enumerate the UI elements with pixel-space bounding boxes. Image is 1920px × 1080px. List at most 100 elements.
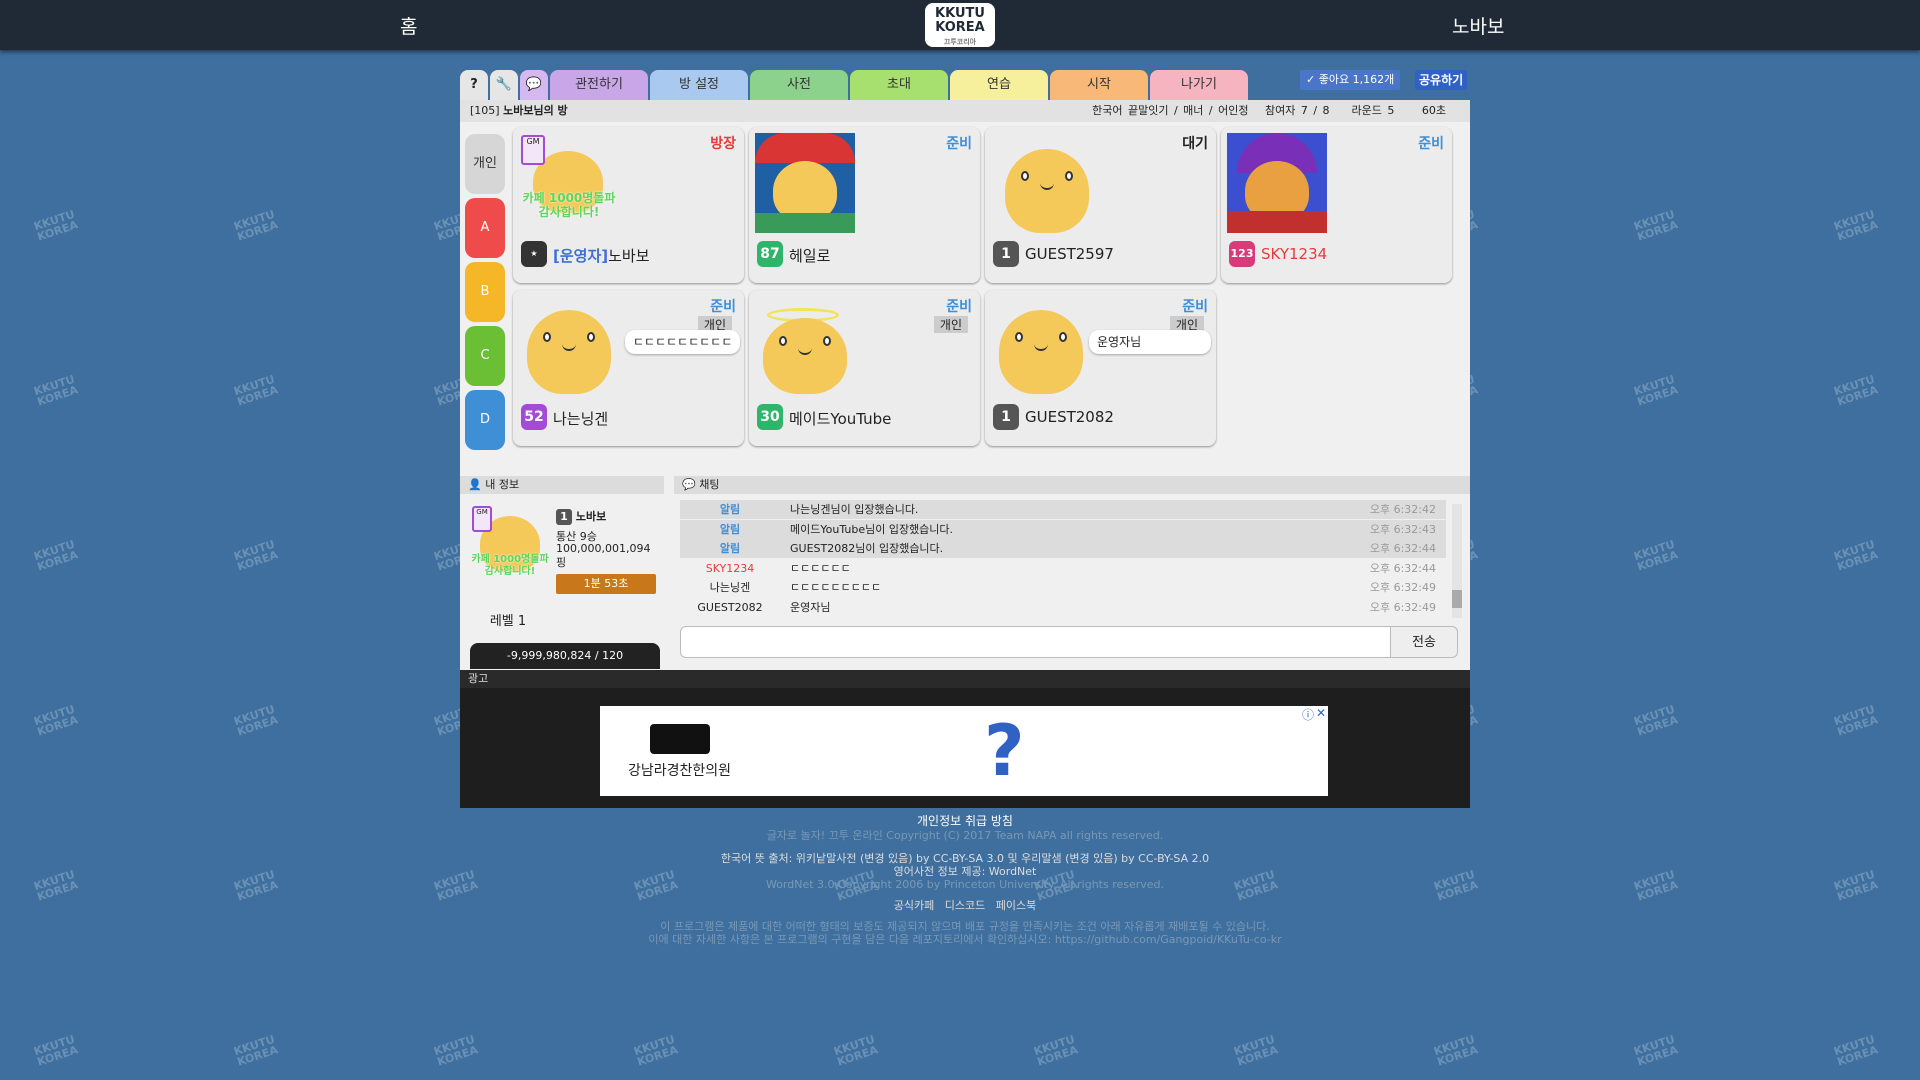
watermark-logo: KKUTU KOREA	[32, 372, 80, 409]
chat-sender[interactable]: GUEST2082	[680, 598, 780, 617]
tab-room-settings[interactable]: 방 설정	[650, 70, 748, 100]
watermark-logo: KKUTU KOREA	[232, 702, 280, 739]
team-d-button[interactable]: D	[465, 390, 505, 450]
chat-sender[interactable]: 나는닝겐	[680, 578, 780, 597]
chat-messages[interactable]: 알림 나는닝겐님이 입장했습니다. 오후 6:32:42 알림 메이드YouTube님이…	[680, 500, 1446, 618]
chat-sender[interactable]: 알림	[680, 500, 780, 519]
watermark-logo: KKUTU KOREA	[1432, 1032, 1480, 1069]
room-title: [105] 노바보님의 방	[470, 100, 568, 122]
like-label: 좋아요 1,162개	[1318, 73, 1395, 86]
watermark-logo: KKUTU KOREA	[232, 207, 280, 244]
cafe-link[interactable]: 공식카페	[894, 899, 934, 912]
ad-banner[interactable]: 강남라경찬한의원 ? ⓘ ✕	[600, 706, 1328, 796]
room-info: 한국어 끝말잇기 / 매너 / 어인정 참여자 7 / 8 라운드 5 60초	[1092, 100, 1446, 122]
username-link[interactable]: 노바보	[1452, 12, 1504, 39]
my-info-header: 👤 내 정보	[460, 476, 664, 494]
level-badge: 123	[1229, 241, 1255, 267]
chat-sender[interactable]: 알림	[680, 520, 780, 539]
watermark-logo: KKUTU KOREA	[1832, 537, 1880, 574]
room-name: 노바보님의 방	[503, 104, 568, 117]
chat-input[interactable]	[680, 626, 1392, 658]
scroll-thumb[interactable]	[1452, 590, 1462, 608]
my-money: 100,000,001,094 핑	[556, 542, 660, 570]
player-card[interactable]: 준비 87 헤일로	[749, 127, 980, 283]
watermark-logo: KKUTU KOREA	[632, 1032, 680, 1069]
watermark-logo: KKUTU KOREA	[1632, 1032, 1680, 1069]
tab-exit[interactable]: 나가기	[1150, 70, 1248, 100]
facebook-link[interactable]: 페이스북	[996, 899, 1036, 912]
copyright-text: 글자로 놀자! 끄투 온라인 Copyright (C) 2017 Team N…	[766, 829, 1164, 842]
wrench-icon[interactable]: 🔧	[490, 70, 518, 100]
ad-question-icon: ?	[984, 710, 1025, 792]
tab-dictionary[interactable]: 사전	[750, 70, 848, 100]
tab-practice[interactable]: 연습	[950, 70, 1048, 100]
chat-text: 운영자님	[790, 600, 831, 614]
watermark-logo: KKUTU KOREA	[32, 702, 80, 739]
status-badge: 준비	[946, 136, 972, 152]
share-button[interactable]: 공유하기	[1415, 70, 1468, 90]
top-navbar: 홈 KKUTU KOREA 끄투코리아 노바보	[0, 0, 1920, 50]
chat-time: 오후 6:32:49	[1369, 600, 1436, 614]
send-button[interactable]: 전송	[1390, 626, 1458, 658]
player-card[interactable]: 대기 1 GUEST2597	[985, 127, 1216, 283]
my-avatar: GM 카페 1000명돌파 감사합니다!	[470, 506, 550, 586]
status-badge: 준비	[946, 299, 972, 315]
status-badge: 준비	[1418, 136, 1444, 152]
chat-bubble-icon[interactable]: 💬	[520, 70, 548, 100]
discord-link[interactable]: 디스코드	[945, 899, 985, 912]
chat-time: 오후 6:32:43	[1369, 522, 1436, 536]
player-card[interactable]: 준비 123 SKY1234	[1221, 127, 1452, 283]
watermark-logo: KKUTU KOREA	[1632, 207, 1680, 244]
watermark-logo: KKUTU KOREA	[832, 1032, 880, 1069]
help-icon[interactable]: ?	[460, 70, 488, 100]
player-card[interactable]: 준비 개인 30 메이드YouTube	[749, 290, 980, 446]
watermark-logo: KKUTU KOREA	[1632, 867, 1680, 904]
status-badge: 준비	[1182, 299, 1208, 315]
chat-text: GUEST2082님이 입장했습니다.	[790, 542, 944, 555]
status-badge: 준비	[710, 299, 736, 315]
watermark-logo: KKUTU KOREA	[232, 1032, 280, 1069]
footer-links: 공식카페 디스코드 페이스북	[460, 899, 1470, 912]
player-card[interactable]: 준비 개인 ㄷㄷㄷㄷㄷㄷㄷㄷㄷ 52 나는닝겐	[513, 290, 744, 446]
like-button[interactable]: ✓ 좋아요 1,162개	[1300, 70, 1401, 90]
avatar	[519, 296, 619, 396]
room-area: [105] 노바보님의 방 한국어 끝말잇기 / 매너 / 어인정 참여자 7 …	[460, 100, 1470, 470]
watermark-logo: KKUTU KOREA	[1832, 1032, 1880, 1069]
player-card[interactable]: GM 카페 1000명돌파 감사합니다! 방장 ★ [운영자]노바보	[513, 127, 744, 283]
home-link[interactable]: 홈	[400, 12, 417, 39]
player-card[interactable]: 준비 개인 운영자님 1 GUEST2082	[985, 290, 1216, 446]
room-toolbar: ? 🔧 💬 관전하기 방 설정 사전 초대 연습 시작 나가기 ✓ 좋아요 1,…	[460, 70, 1470, 100]
gm-badge-icon: GM	[521, 135, 545, 165]
watermark-logo: KKUTU KOREA	[232, 372, 280, 409]
team-b-button[interactable]: B	[465, 262, 505, 322]
chat-time: 오후 6:32:42	[1369, 503, 1436, 516]
room-time: 60초	[1421, 104, 1446, 117]
chat-sender[interactable]: SKY1234	[680, 559, 780, 578]
watermark-logo: KKUTU KOREA	[1232, 1032, 1280, 1069]
watermark-logo: KKUTU KOREA	[1832, 372, 1880, 409]
level-badge: 1	[993, 241, 1019, 267]
avatar	[991, 133, 1091, 233]
team-c-button[interactable]: C	[465, 326, 505, 386]
tab-invite[interactable]: 초대	[850, 70, 948, 100]
privacy-link[interactable]: 개인정보 취급 방침	[460, 815, 1470, 828]
team-a-button[interactable]: A	[465, 198, 505, 258]
kkutu-logo[interactable]: KKUTU KOREA 끄투코리아	[925, 3, 995, 47]
watermark-logo: KKUTU KOREA	[232, 867, 280, 904]
avatar	[755, 296, 855, 396]
footer: 개인정보 취급 방침 글자로 놀자! 끄투 온라인 Copyright (C) …	[460, 815, 1470, 947]
level-badge: 52	[521, 404, 547, 430]
ad-info-icon[interactable]: ⓘ	[1302, 706, 1314, 723]
team-solo-button[interactable]: 개인	[465, 134, 505, 194]
chat-sender[interactable]: 알림	[680, 539, 780, 558]
bottom-section: 👤 내 정보 GM 카페 1000명돌파 감사합니다! 1 노바보 통산 9승 …	[460, 470, 1470, 670]
chat-scrollbar[interactable]	[1452, 504, 1462, 618]
tab-start[interactable]: 시작	[1050, 70, 1148, 100]
tab-spectate[interactable]: 관전하기	[550, 70, 648, 100]
chat-bubble: ㄷㄷㄷㄷㄷㄷㄷㄷㄷ	[625, 330, 741, 354]
watermark-logo: KKUTU KOREA	[1632, 372, 1680, 409]
room-mode: 한국어 끝말잇기 / 매너 / 어인정	[1092, 104, 1249, 117]
license-text: 이 프로그램은 제품에 대한 어떠한 형태의 보증도 제공되지 않으며 배포 규…	[660, 920, 1270, 933]
ad-close-icon[interactable]: ✕	[1316, 706, 1326, 720]
my-name: 노바보	[575, 510, 607, 523]
